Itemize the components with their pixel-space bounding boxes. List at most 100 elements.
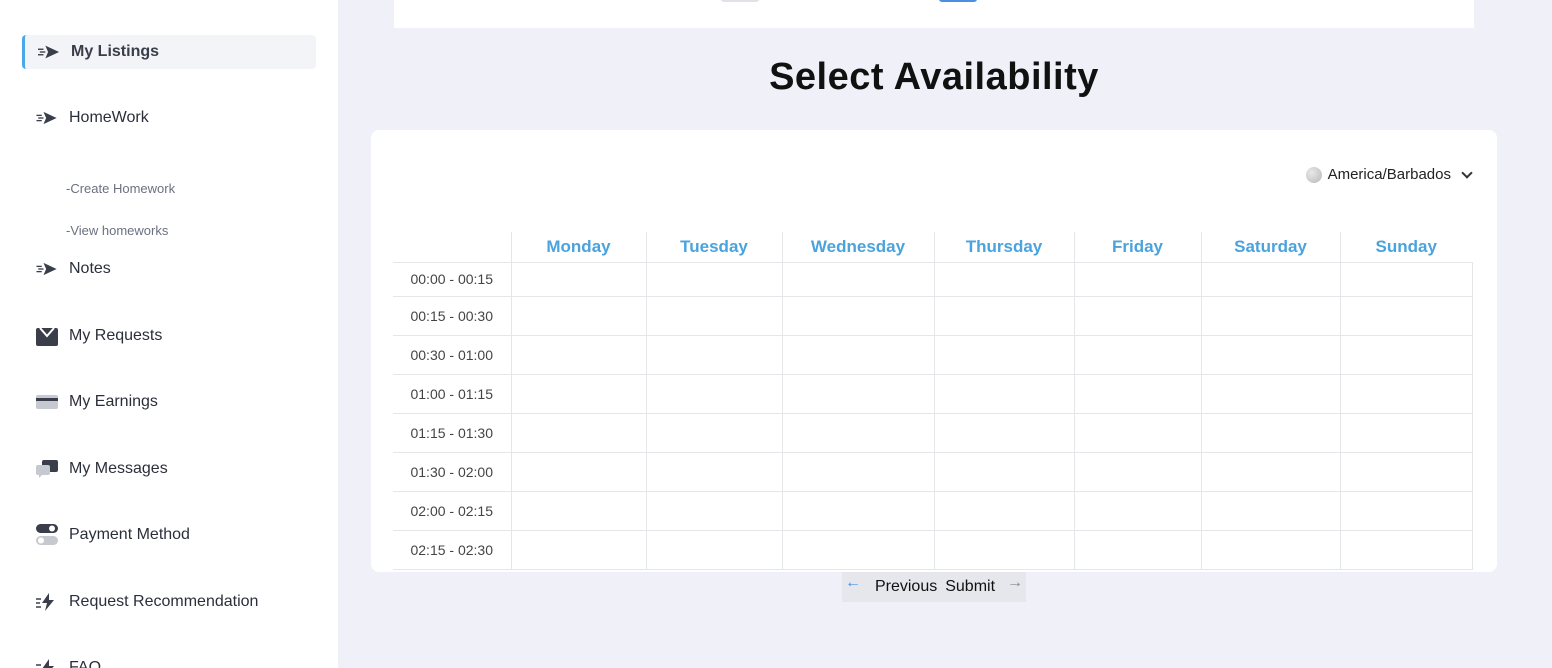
- availability-cell-monday[interactable]: [510, 261, 647, 297]
- sidebar-item-my-messages[interactable]: My Messages: [36, 452, 168, 486]
- availability-cell-monday[interactable]: [510, 451, 647, 492]
- availability-cell-friday[interactable]: [1073, 490, 1202, 531]
- availability-cell-monday[interactable]: [510, 295, 647, 336]
- arrow-right-icon: →: [1007, 574, 1024, 591]
- submit-button[interactable]: Submit: [945, 578, 995, 596]
- availability-cell-thursday[interactable]: [933, 261, 1075, 297]
- sidebar-item-my-listings[interactable]: My Listings: [22, 35, 316, 69]
- availability-cell-tuesday[interactable]: [645, 412, 783, 453]
- send-icon: [38, 41, 60, 63]
- time-slot-label: 02:15 - 02:30: [393, 529, 512, 570]
- bolt-icon: [36, 657, 58, 668]
- sidebar-item-my-earnings[interactable]: My Earnings: [36, 385, 158, 419]
- availability-cell-wednesday[interactable]: [781, 295, 935, 336]
- bolt-icon: [36, 591, 58, 613]
- inbox-icon: [36, 325, 58, 347]
- availability-cell-tuesday[interactable]: [645, 334, 783, 375]
- availability-cell-wednesday[interactable]: [781, 261, 935, 297]
- availability-cell-tuesday[interactable]: [645, 295, 783, 336]
- availability-cell-sunday[interactable]: [1339, 451, 1473, 492]
- sidebar-item-my-requests[interactable]: My Requests: [36, 319, 162, 353]
- day-header-thursday: Thursday: [933, 232, 1074, 262]
- availability-cell-saturday[interactable]: [1200, 373, 1341, 414]
- availability-cell-wednesday[interactable]: [781, 451, 935, 492]
- availability-cell-thursday[interactable]: [933, 529, 1075, 570]
- time-slot-row: 00:15 - 00:30: [393, 295, 1473, 336]
- availability-cell-wednesday[interactable]: [781, 373, 935, 414]
- time-slot-label: 01:30 - 02:00: [393, 451, 512, 492]
- availability-cell-tuesday[interactable]: [645, 451, 783, 492]
- availability-cell-saturday[interactable]: [1200, 451, 1341, 492]
- availability-cell-thursday[interactable]: [933, 373, 1075, 414]
- availability-cell-sunday[interactable]: [1339, 261, 1473, 297]
- availability-cell-tuesday[interactable]: [645, 373, 783, 414]
- availability-cell-tuesday[interactable]: [645, 529, 783, 570]
- availability-cell-friday[interactable]: [1073, 412, 1202, 453]
- sidebar-subitem-view-homeworks[interactable]: -View homeworks: [66, 223, 168, 238]
- availability-cell-monday[interactable]: [510, 334, 647, 375]
- toggle-icon: [36, 524, 58, 546]
- sidebar-item-label: Notes: [69, 260, 111, 277]
- grid-corner: [393, 232, 511, 262]
- availability-cell-thursday[interactable]: [933, 334, 1075, 375]
- availability-cell-saturday[interactable]: [1200, 334, 1341, 375]
- availability-cell-thursday[interactable]: [933, 490, 1075, 531]
- availability-cell-sunday[interactable]: [1339, 529, 1473, 570]
- availability-cell-sunday[interactable]: [1339, 334, 1473, 375]
- send-icon: [36, 258, 58, 280]
- main-content: Select Availability America/Barbados Mon…: [338, 0, 1552, 668]
- availability-cell-monday[interactable]: [510, 412, 647, 453]
- page-title: Select Availability: [769, 56, 1099, 98]
- availability-cell-monday[interactable]: [510, 373, 647, 414]
- availability-cell-saturday[interactable]: [1200, 529, 1341, 570]
- timezone-select[interactable]: America/Barbados: [1305, 166, 1473, 183]
- availability-cell-sunday[interactable]: [1339, 295, 1473, 336]
- sidebar-item-request-recommendation[interactable]: Request Recommendation: [36, 585, 258, 619]
- sidebar-item-payment-method[interactable]: Payment Method: [36, 518, 190, 552]
- availability-cell-wednesday[interactable]: [781, 412, 935, 453]
- time-slot-row: 02:15 - 02:30: [393, 529, 1473, 570]
- availability-cell-saturday[interactable]: [1200, 261, 1341, 297]
- availability-cell-wednesday[interactable]: [781, 490, 935, 531]
- time-slot-row: 02:00 - 02:15: [393, 490, 1473, 531]
- availability-cell-wednesday[interactable]: [781, 529, 935, 570]
- availability-cell-sunday[interactable]: [1339, 490, 1473, 531]
- availability-cell-sunday[interactable]: [1339, 373, 1473, 414]
- availability-cell-saturday[interactable]: [1200, 412, 1341, 453]
- availability-cell-wednesday[interactable]: [781, 334, 935, 375]
- time-slot-label: 00:30 - 01:00: [393, 334, 512, 375]
- sidebar-item-label: My Messages: [69, 460, 168, 477]
- time-slot-row: 01:00 - 01:15: [393, 373, 1473, 414]
- availability-cell-sunday[interactable]: [1339, 412, 1473, 453]
- availability-cell-friday[interactable]: [1073, 261, 1202, 297]
- day-header-sunday: Sunday: [1339, 232, 1472, 262]
- availability-cell-thursday[interactable]: [933, 451, 1075, 492]
- availability-cell-thursday[interactable]: [933, 295, 1075, 336]
- sidebar-item-faq[interactable]: FAQ: [36, 651, 101, 668]
- time-slot-row: 01:15 - 01:30: [393, 412, 1473, 453]
- previous-button[interactable]: Previous: [875, 578, 937, 596]
- availability-cell-monday[interactable]: [510, 490, 647, 531]
- availability-cell-tuesday[interactable]: [645, 261, 783, 297]
- sidebar-subitem-create-homework[interactable]: -Create Homework: [66, 181, 175, 196]
- globe-icon: [1305, 166, 1322, 183]
- availability-cell-saturday[interactable]: [1200, 490, 1341, 531]
- sidebar-item-notes[interactable]: Notes: [36, 252, 111, 286]
- availability-cell-friday[interactable]: [1073, 295, 1202, 336]
- availability-cell-friday[interactable]: [1073, 373, 1202, 414]
- step-navigation: ← Previous Submit →: [842, 572, 1026, 602]
- sidebar-item-homework[interactable]: HomeWork: [36, 101, 149, 135]
- sidebar-item-label: Request Recommendation: [69, 593, 259, 610]
- sidebar-item-label: Payment Method: [69, 526, 190, 543]
- availability-cell-friday[interactable]: [1073, 451, 1202, 492]
- availability-cell-tuesday[interactable]: [645, 490, 783, 531]
- timezone-value: America/Barbados: [1327, 166, 1451, 183]
- availability-cell-friday[interactable]: [1073, 529, 1202, 570]
- availability-cell-monday[interactable]: [510, 529, 647, 570]
- time-slot-row: 00:00 - 00:15: [393, 261, 1473, 297]
- time-slot-label: 01:00 - 01:15: [393, 373, 512, 414]
- availability-cell-thursday[interactable]: [933, 412, 1075, 453]
- day-header-friday: Friday: [1073, 232, 1201, 262]
- availability-cell-friday[interactable]: [1073, 334, 1202, 375]
- availability-cell-saturday[interactable]: [1200, 295, 1341, 336]
